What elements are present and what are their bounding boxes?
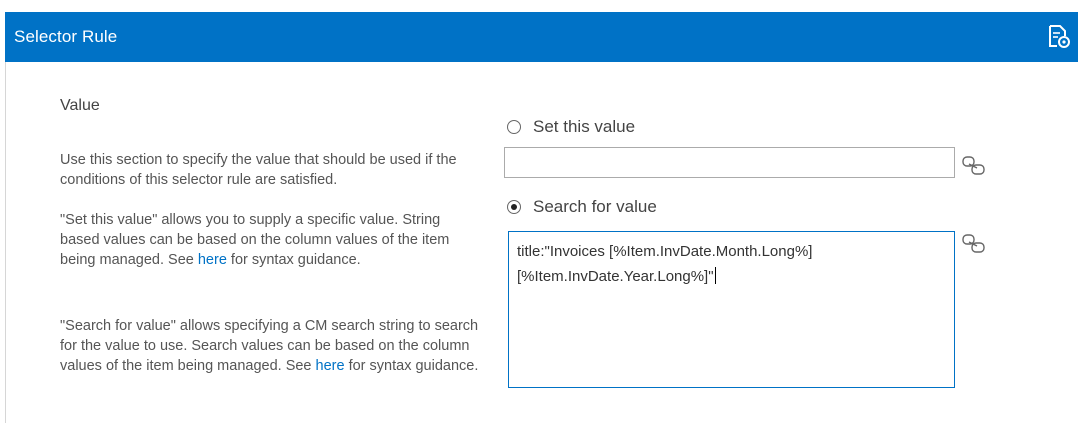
- description-paragraph: Use this section to specify the value th…: [60, 150, 480, 190]
- search-value-radio[interactable]: [507, 200, 521, 214]
- text-caret: [714, 267, 716, 284]
- set-value-label: Set this value: [533, 117, 636, 136]
- search-value-textarea[interactable]: title:"Invoices [%Item.InvDate.Month.Lon…: [508, 231, 955, 388]
- set-value-radio[interactable]: [507, 120, 521, 134]
- search-value-help: "Search for value" allows specifying a C…: [60, 316, 480, 376]
- set-value-help-tail: for syntax guidance.: [226, 252, 361, 268]
- document-settings-icon[interactable]: [1044, 22, 1072, 50]
- description-text: Use this section to specify the value th…: [60, 152, 457, 188]
- search-syntax-help-link[interactable]: here: [316, 358, 345, 374]
- panel-border: [5, 62, 6, 423]
- search-value-option[interactable]: Search for value: [507, 197, 657, 217]
- dialog-header: Selector Rule: [5, 12, 1078, 62]
- search-value-text: title:"Invoices [%Item.InvDate.Month.Lon…: [517, 243, 817, 285]
- search-value-label: Search for value: [533, 197, 657, 216]
- search-value-help-tail: for syntax guidance.: [344, 358, 479, 374]
- insert-field-icon[interactable]: [961, 154, 987, 178]
- set-value-option[interactable]: Set this value: [507, 117, 635, 137]
- set-value-input[interactable]: [504, 147, 955, 178]
- insert-field-icon[interactable]: [961, 232, 987, 256]
- section-title: Value: [60, 97, 100, 114]
- dialog-title: Selector Rule: [14, 27, 118, 46]
- set-value-help: "Set this value" allows you to supply a …: [60, 210, 480, 270]
- syntax-help-link[interactable]: here: [198, 252, 227, 268]
